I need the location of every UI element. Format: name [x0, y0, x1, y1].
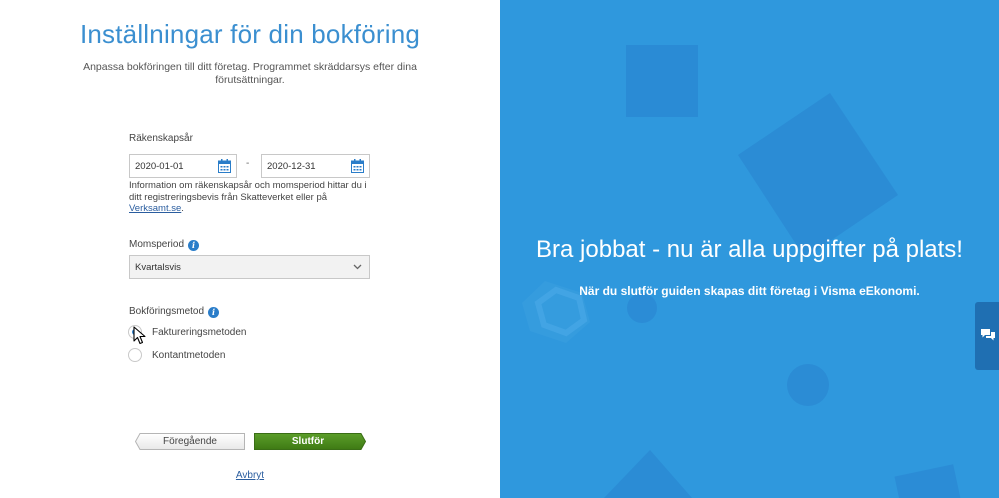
previous-button[interactable]: Föregående	[135, 433, 245, 450]
finish-button-label: Slutför	[291, 436, 325, 447]
date-separator: -	[246, 158, 250, 169]
chat-icon	[981, 329, 995, 341]
info-icon[interactable]: i	[208, 307, 220, 318]
cancel-link[interactable]: Avbryt	[0, 470, 500, 481]
cash-method-label[interactable]: Kontantmetoden	[152, 350, 225, 361]
cash-method-radio[interactable]	[128, 348, 142, 362]
hero-title: Bra jobbat - nu är alla uppgifter på pla…	[536, 236, 963, 263]
info-icon[interactable]: i	[188, 240, 200, 251]
mouse-cursor-icon	[133, 326, 146, 345]
fiscal-year-start-value: 2020-01-01	[135, 161, 184, 172]
help-text: Information om räkenskapsår och momsperi…	[129, 180, 367, 203]
vat-period-label: Momsperiod	[129, 239, 185, 250]
calendar-icon[interactable]	[218, 159, 231, 173]
page-title: Inställningar för din bokföring	[79, 19, 421, 49]
accounting-method-label: Bokföringsmetod	[129, 306, 205, 317]
page-subtitle: Anpassa bokföringen till ditt företag. P…	[83, 61, 417, 86]
accounting-method-label-row: Bokföringsmetod i	[129, 306, 220, 318]
finish-button[interactable]: Slutför	[254, 433, 366, 450]
previous-button-label: Föregående	[163, 436, 217, 447]
vat-period-value: Kvartalsvis	[135, 262, 181, 273]
help-text-end: .	[181, 203, 184, 214]
verksamt-link[interactable]: Verksamt.se	[129, 203, 181, 214]
fiscal-year-end-value: 2020-12-31	[267, 161, 316, 172]
fiscal-year-end-field[interactable]: 2020-12-31	[261, 154, 370, 178]
hero-subtitle: När du slutför guiden skapas ditt företa…	[579, 284, 920, 298]
settings-panel: Inställningar för din bokföring Anpassa …	[0, 0, 500, 498]
chat-button[interactable]	[975, 302, 999, 370]
fiscal-year-label: Räkenskapsår	[129, 133, 193, 144]
calendar-icon[interactable]	[351, 159, 364, 173]
vat-period-label-row: Momsperiod i	[129, 239, 200, 251]
fiscal-year-start-field[interactable]: 2020-01-01	[129, 154, 237, 178]
vat-period-select[interactable]: Kvartalsvis	[129, 255, 370, 279]
invoicing-method-label[interactable]: Faktureringsmetoden	[152, 327, 247, 338]
chevron-down-icon	[353, 264, 362, 270]
fiscal-year-help-text: Information om räkenskapsår och momsperi…	[129, 180, 371, 215]
hero-panel: Bra jobbat - nu är alla uppgifter på pla…	[500, 0, 999, 498]
